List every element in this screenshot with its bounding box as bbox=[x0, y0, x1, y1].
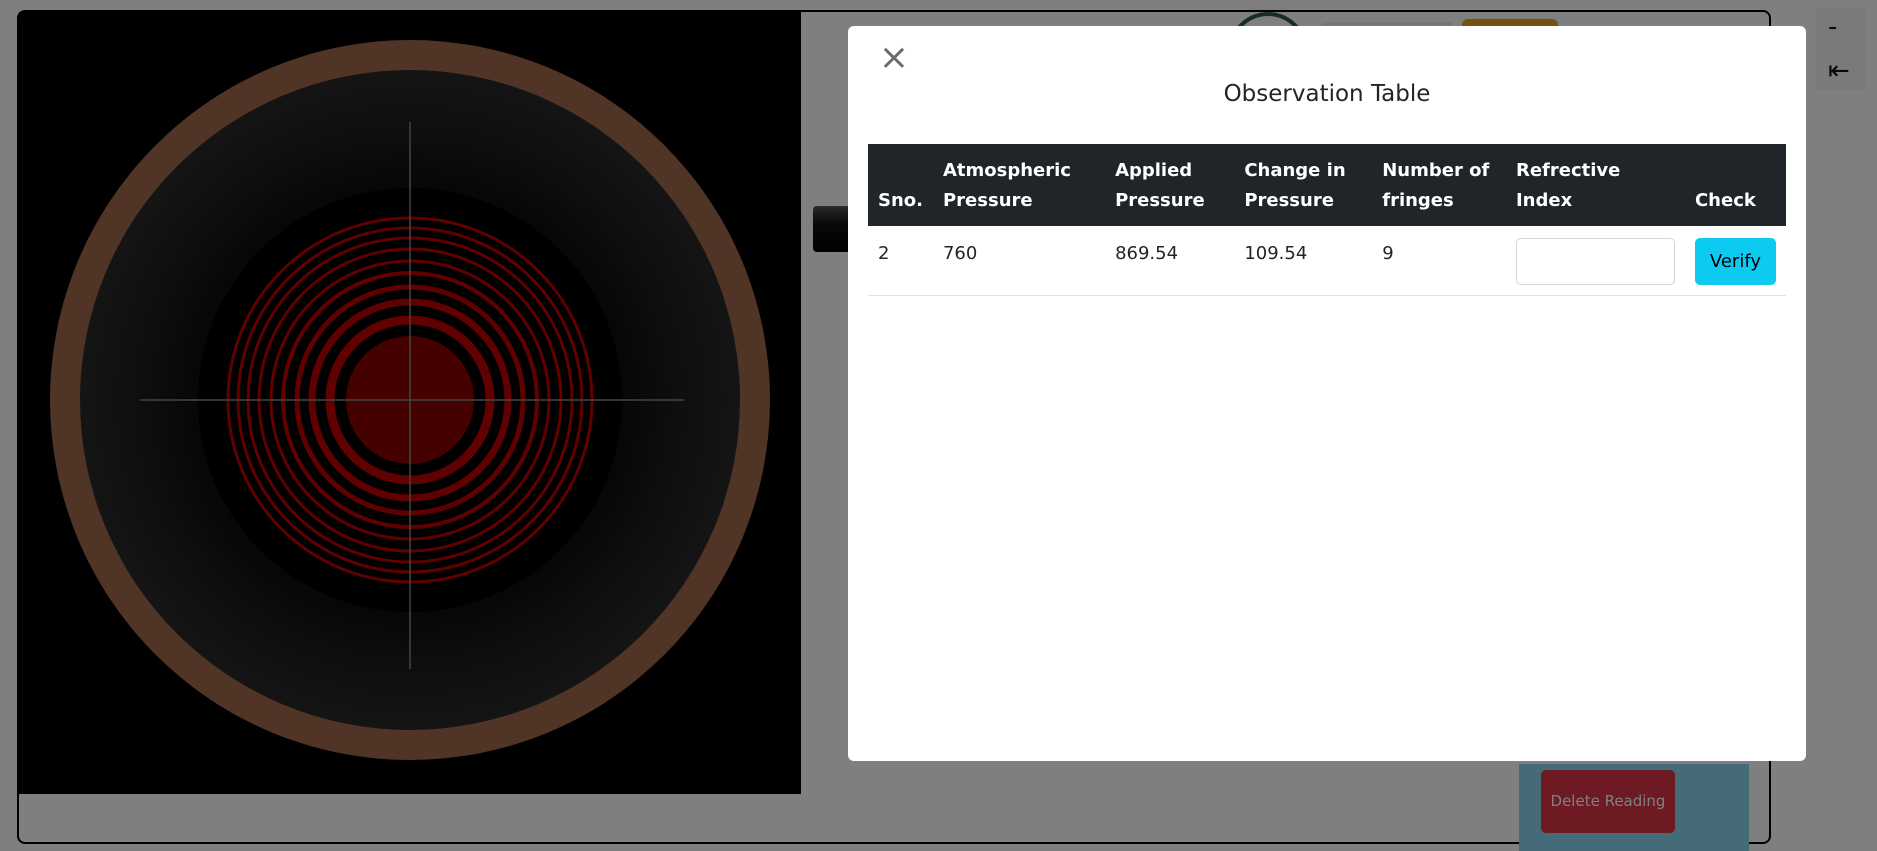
observation-table: Sno. Atmospheric Pressure Applied Pressu… bbox=[868, 144, 1786, 296]
cell-change-in-pressure: 109.54 bbox=[1234, 226, 1373, 296]
header-atmospheric-pressure: Atmospheric Pressure bbox=[942, 160, 1071, 211]
cell-applied-pressure: 869.54 bbox=[1105, 226, 1235, 296]
cell-number-of-fringes: 9 bbox=[1372, 226, 1506, 296]
cell-check: Verify bbox=[1684, 226, 1786, 296]
cell-sno: 2 bbox=[868, 226, 933, 296]
table-header-row: Sno. Atmospheric Pressure Applied Pressu… bbox=[868, 144, 1786, 226]
header-applied-pressure: Applied Pressure bbox=[1115, 160, 1205, 211]
header-change-in-pressure: Change in Pressure bbox=[1244, 160, 1346, 211]
observation-table-modal: × Observation Table Sno. Atmospheric Pre… bbox=[848, 26, 1806, 761]
refractive-index-input[interactable] bbox=[1515, 238, 1675, 285]
modal-title: Observation Table bbox=[1223, 81, 1431, 107]
header-sno: Sno. bbox=[878, 190, 923, 211]
table-row: 2 760 869.54 109.54 9 Verify bbox=[868, 226, 1786, 296]
verify-button[interactable]: Verify bbox=[1694, 238, 1776, 285]
cell-atmospheric-pressure: 760 bbox=[932, 226, 1106, 296]
header-number-of-fringes: Number of fringes bbox=[1382, 160, 1490, 211]
header-check: Check bbox=[1694, 190, 1756, 211]
cell-refractive-index bbox=[1505, 226, 1685, 296]
close-icon[interactable]: × bbox=[878, 40, 910, 76]
header-refractive-index: Refrective Index bbox=[1515, 160, 1621, 211]
